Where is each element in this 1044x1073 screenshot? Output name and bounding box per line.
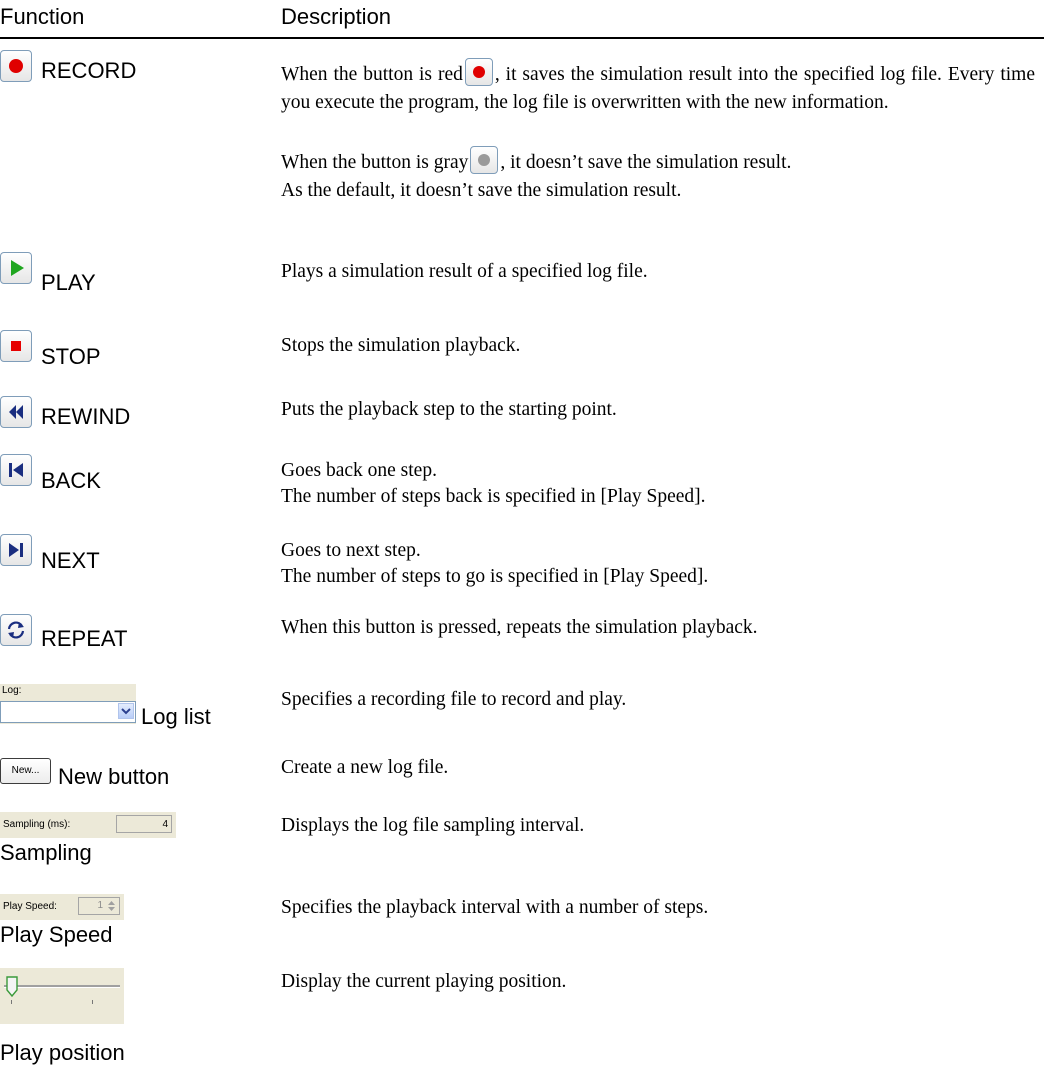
record-desc-gray-b: , it doesn’t save the simulation result. bbox=[500, 152, 792, 173]
description-play: Plays a simulation result of a specified… bbox=[281, 261, 648, 282]
function-stop: STOP bbox=[41, 344, 101, 369]
description-rewind: Puts the playback step to the starting p… bbox=[281, 399, 617, 420]
slider-tick bbox=[11, 1000, 12, 1004]
play-speed-label: Play Speed: bbox=[3, 901, 57, 912]
record-button[interactable] bbox=[0, 50, 32, 82]
function-back: BACK bbox=[41, 468, 101, 493]
function-new-button: New button bbox=[58, 764, 170, 789]
record-desc-gray: When the button is gray , it doesn’t save… bbox=[281, 146, 1035, 177]
rewind-icon bbox=[9, 405, 23, 419]
sampling-value-field: 4 bbox=[116, 815, 172, 833]
description-back: Goes back one step. The number of steps … bbox=[281, 458, 1035, 510]
description-repeat: When this button is pressed, repeats the… bbox=[281, 617, 758, 638]
header-description: Description bbox=[281, 4, 392, 29]
back-icon bbox=[9, 463, 23, 477]
stop-button[interactable] bbox=[0, 330, 32, 362]
spinner-arrows-icon[interactable] bbox=[105, 899, 118, 913]
log-list-control: Log: bbox=[0, 684, 136, 724]
rewind-button[interactable] bbox=[0, 396, 32, 428]
header-rule bbox=[0, 37, 1044, 39]
function-next: NEXT bbox=[41, 548, 100, 573]
record-red-inline-icon bbox=[464, 58, 493, 86]
next-desc-line2: The number of steps to go is specified i… bbox=[281, 566, 709, 587]
description-play-speed: Specifies the playback interval with a n… bbox=[281, 897, 709, 918]
function-play-position: Play position bbox=[0, 1040, 125, 1065]
function-repeat: REPEAT bbox=[41, 626, 128, 651]
next-icon bbox=[9, 543, 23, 557]
play-icon bbox=[11, 260, 24, 276]
record-desc-red: When the button is red, it saves the sim… bbox=[281, 58, 1035, 117]
slider-tick bbox=[92, 1000, 93, 1004]
record-icon bbox=[9, 59, 23, 73]
play-speed-spinner[interactable]: 1 bbox=[78, 897, 120, 915]
header-function: Function bbox=[0, 4, 85, 29]
function-play: PLAY bbox=[41, 270, 96, 295]
log-list-dropdown[interactable] bbox=[0, 701, 136, 723]
record-desc-gray-a: When the button is gray bbox=[281, 152, 469, 173]
play-speed-control: Play Speed: 1 bbox=[0, 894, 124, 920]
log-list-label: Log: bbox=[2, 685, 22, 696]
function-log-list: Log list bbox=[141, 704, 211, 729]
stop-icon bbox=[11, 341, 21, 351]
description-stop: Stops the simulation playback. bbox=[281, 335, 521, 356]
play-speed-value: 1 bbox=[97, 900, 103, 911]
repeat-icon bbox=[7, 621, 25, 639]
function-play-speed: Play Speed bbox=[0, 922, 113, 947]
sampling-label: Sampling (ms): bbox=[3, 819, 71, 830]
next-desc-line1: Goes to next step. bbox=[281, 540, 421, 561]
description-next: Goes to next step. The number of steps t… bbox=[281, 538, 1035, 590]
dropdown-arrow-icon[interactable] bbox=[118, 703, 134, 719]
back-desc-line1: Goes back one step. bbox=[281, 460, 437, 481]
back-button[interactable] bbox=[0, 454, 32, 486]
function-sampling: Sampling bbox=[0, 840, 92, 865]
record-desc-red-a: When the button is red bbox=[281, 64, 463, 85]
description-record-gray: When the button is gray , it doesn’t save… bbox=[281, 146, 1035, 205]
play-position-slider[interactable] bbox=[0, 968, 124, 1024]
description-play-position: Display the current playing position. bbox=[281, 971, 567, 992]
description-record: When the button is red, it saves the sim… bbox=[281, 58, 1035, 117]
new-log-button[interactable]: New... bbox=[0, 758, 51, 784]
play-button[interactable] bbox=[0, 252, 32, 284]
slider-track bbox=[4, 985, 120, 988]
record-gray-inline-icon bbox=[470, 146, 499, 174]
next-button[interactable] bbox=[0, 534, 32, 566]
description-new-button: Create a new log file. bbox=[281, 757, 449, 778]
record-desc-default: As the default, it doesn’t save the simu… bbox=[281, 180, 682, 201]
repeat-button[interactable] bbox=[0, 614, 32, 646]
back-desc-line2: The number of steps back is specified in… bbox=[281, 486, 706, 507]
slider-thumb-icon[interactable] bbox=[6, 976, 18, 998]
description-log-list: Specifies a recording file to record and… bbox=[281, 689, 627, 710]
sampling-control: Sampling (ms): 4 bbox=[0, 812, 176, 838]
function-rewind: REWIND bbox=[41, 404, 131, 429]
function-record: RECORD bbox=[41, 58, 137, 83]
description-sampling: Displays the log file sampling interval. bbox=[281, 815, 585, 836]
